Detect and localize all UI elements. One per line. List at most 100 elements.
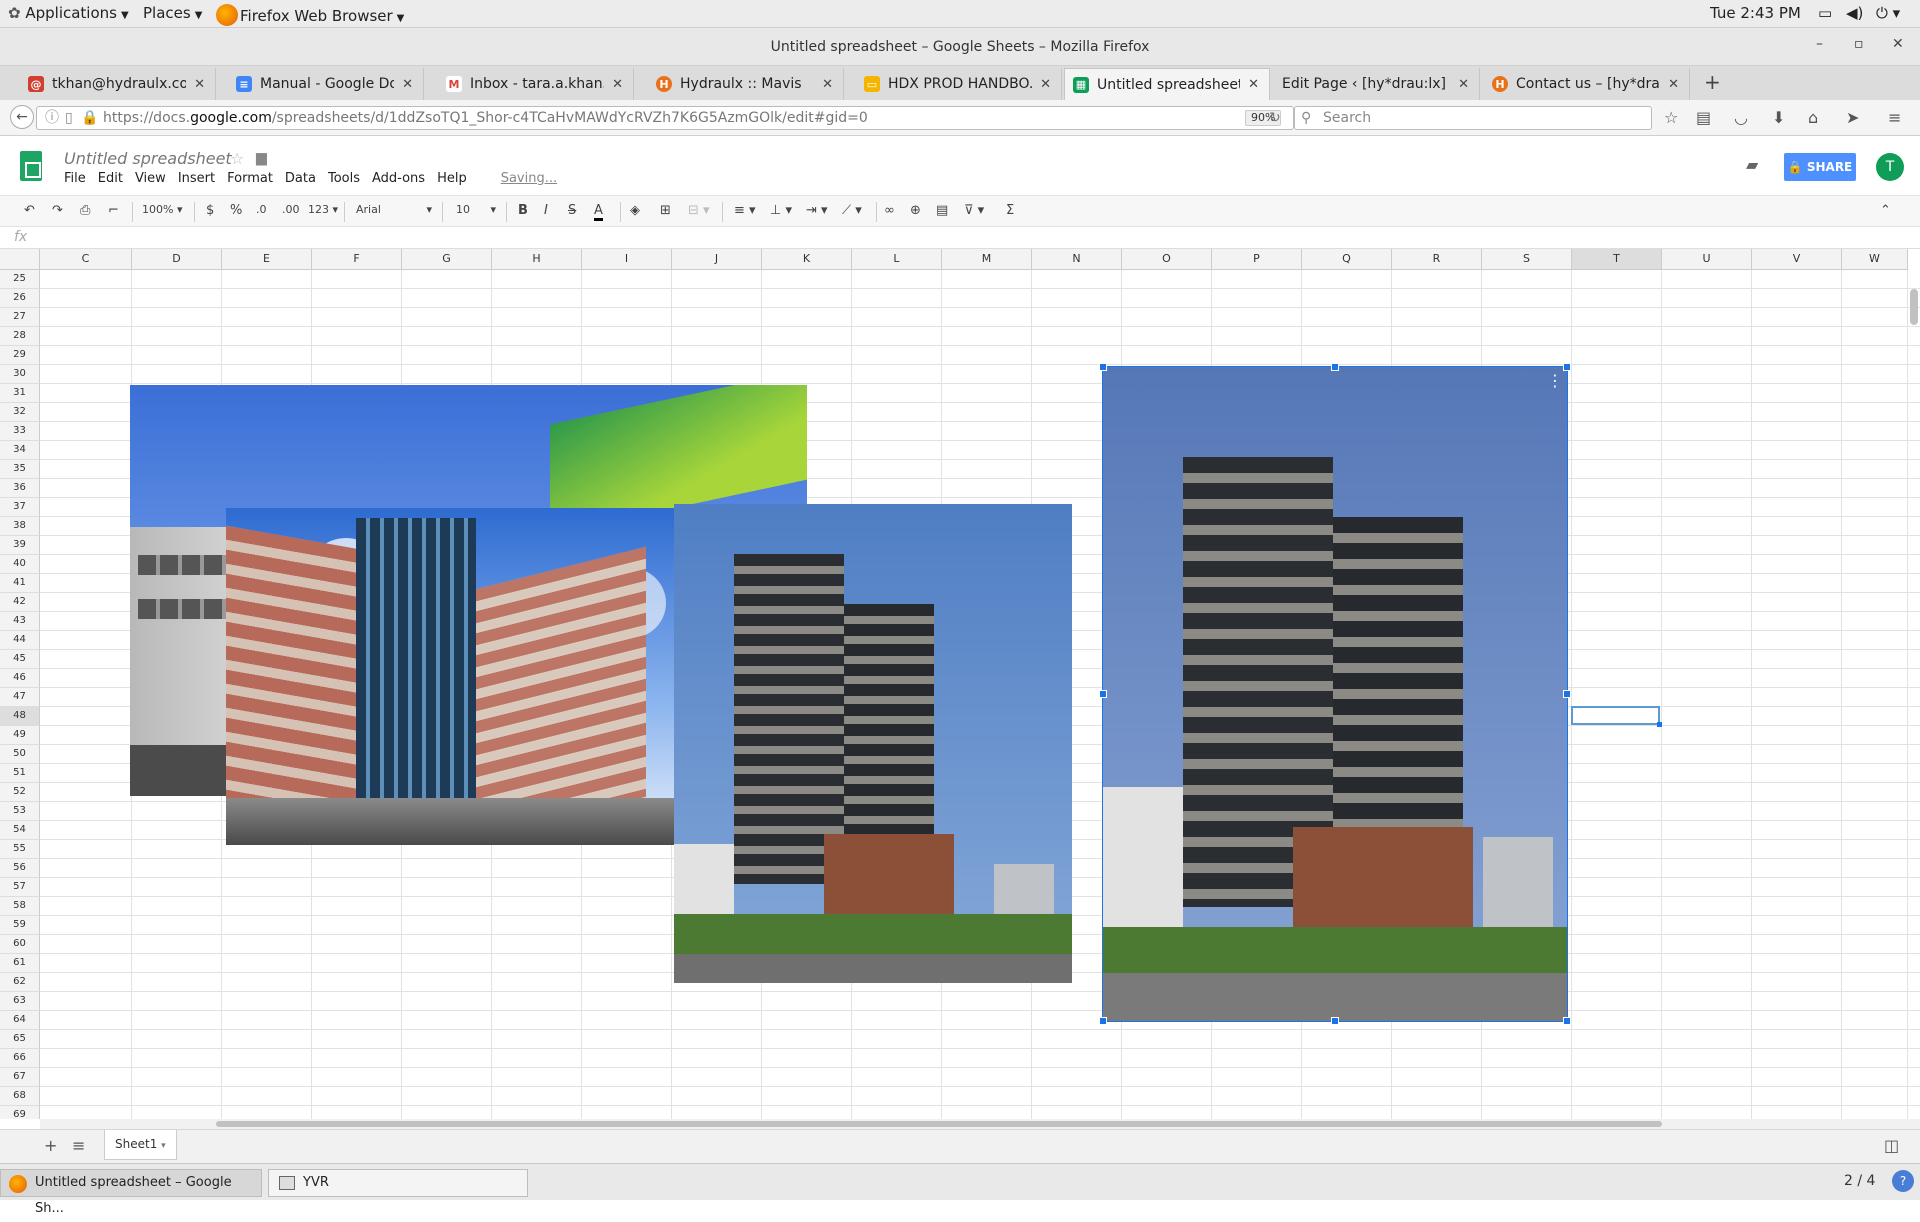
row-header[interactable]: 34 [0,441,40,460]
column-header-t[interactable]: T [1572,249,1662,270]
row-header[interactable]: 38 [0,517,40,536]
tab-manual-docs[interactable]: ≡Manual - Google Docs✕ [228,68,424,100]
resize-handle-ne[interactable] [1563,363,1571,371]
close-icon[interactable]: ✕ [194,77,205,92]
column-header-v[interactable]: V [1752,249,1842,270]
row-header[interactable]: 51 [0,764,40,783]
column-header-q[interactable]: Q [1302,249,1392,270]
row-header[interactable]: 42 [0,593,40,612]
close-icon[interactable]: ✕ [402,77,413,92]
close-icon[interactable]: ✕ [1892,36,1904,52]
lock-icon[interactable]: 🔒 [81,107,98,129]
column-header-g[interactable]: G [402,249,492,270]
font-select[interactable]: Arial ▾ [356,203,432,216]
tab-edit-page[interactable]: Edit Page ‹ [hy*drau:lx] ... ✕ [1274,68,1480,100]
tab-inbox[interactable]: MInbox - tara.a.khan3...✕ [438,68,634,100]
more-formats-select[interactable]: 123 ▾ [308,203,338,216]
column-header-p[interactable]: P [1212,249,1302,270]
filter-icon[interactable]: ⊽ ▾ [964,203,984,218]
row-header[interactable]: 63 [0,992,40,1011]
row-header[interactable]: 61 [0,954,40,973]
taskbar-firefox[interactable]: Untitled spreadsheet – Google Sh... [0,1169,262,1216]
resize-handle-se[interactable] [1563,1017,1571,1025]
pocket-icon[interactable]: ◡ [1734,108,1748,127]
row-header[interactable]: 29 [0,346,40,365]
saving-status[interactable]: Saving... [501,171,557,186]
tab-handbook[interactable]: ▭ HDX PROD HANDBO... ✕ [856,68,1062,100]
vertical-align-icon[interactable]: ⊥ ▾ [770,203,792,218]
new-tab-icon[interactable]: + [1704,70,1721,94]
row-header[interactable]: 35 [0,460,40,479]
avatar[interactable]: T [1876,153,1904,181]
close-icon[interactable]: ✕ [612,77,623,92]
image-glass-office-building[interactable] [226,508,676,845]
info-icon[interactable]: ⓘ [45,107,59,129]
row-header[interactable]: 25 [0,270,40,289]
workspace-indicator[interactable]: 2 / 4 [1844,1173,1875,1189]
percent-button[interactable]: % [230,203,242,218]
places-menu[interactable]: Places ▼ [143,4,202,22]
undo-icon[interactable]: ↶ [24,203,35,218]
increase-decimal-button[interactable]: .00 [282,203,300,216]
row-header[interactable]: 46 [0,669,40,688]
row-header[interactable]: 50 [0,745,40,764]
redo-icon[interactable]: ↷ [52,203,63,218]
row-header[interactable]: 43 [0,612,40,631]
row-header[interactable]: 58 [0,897,40,916]
column-header-r[interactable]: R [1392,249,1482,270]
row-header[interactable]: 52 [0,783,40,802]
menu-insert[interactable]: Insert [178,171,215,186]
row-header[interactable]: 68 [0,1087,40,1106]
insert-link-icon[interactable]: ∞ [884,203,895,218]
menu-view[interactable]: View [135,171,166,186]
tab-contact-us[interactable]: H Contact us – [hy*dra... ✕ [1484,68,1690,100]
row-header[interactable]: 64 [0,1011,40,1030]
document-title[interactable]: Untitled spreadsheet [64,149,232,168]
column-header-s[interactable]: S [1482,249,1572,270]
row-header[interactable]: 60 [0,935,40,954]
column-header-i[interactable]: I [582,249,672,270]
all-sheets-icon[interactable]: ≡ [72,1136,85,1155]
send-icon[interactable]: ➤ [1846,108,1859,127]
vertical-scrollbar[interactable] [1910,289,1918,325]
row-header[interactable]: 26 [0,289,40,308]
back-icon[interactable]: ← [10,105,34,129]
help-icon[interactable]: ? [1892,1170,1914,1192]
home-icon[interactable]: ⌂ [1808,108,1818,127]
row-header[interactable]: 36 [0,479,40,498]
row-header[interactable]: 53 [0,802,40,821]
image-menu-icon[interactable]: ⋮ [1547,371,1563,390]
row-header[interactable]: 30 [0,365,40,384]
resize-handle-s[interactable] [1331,1017,1339,1025]
resize-handle-nw[interactable] [1099,363,1107,371]
row-header[interactable]: 32 [0,403,40,422]
column-header-c[interactable]: C [40,249,132,270]
row-header[interactable]: 57 [0,878,40,897]
reload-icon[interactable]: ↻ [1269,107,1281,129]
download-icon[interactable]: ⬇ [1772,108,1785,127]
hamburger-menu-icon[interactable]: ≡ [1888,108,1901,127]
close-icon[interactable]: ✕ [1458,77,1469,92]
power-icon[interactable]: ⏻ ▾ [1876,4,1900,22]
row-header[interactable]: 55 [0,840,40,859]
column-header-u[interactable]: U [1662,249,1752,270]
minimize-icon[interactable]: – [1816,36,1823,52]
row-header[interactable]: 62 [0,973,40,992]
row-header[interactable]: 27 [0,308,40,327]
column-header-o[interactable]: O [1122,249,1212,270]
share-button[interactable]: 🔒 SHARE [1784,153,1856,181]
formula-bar[interactable]: fx [0,227,1920,249]
comments-icon[interactable]: ▰ [1746,155,1758,174]
close-icon[interactable]: ✕ [822,77,833,92]
star-icon[interactable]: ☆ [230,149,244,168]
row-header[interactable]: 66 [0,1049,40,1068]
row-header[interactable]: 44 [0,631,40,650]
row-header[interactable]: 37 [0,498,40,517]
decrease-decimal-button[interactable]: .0 [256,203,267,216]
row-header[interactable]: 28 [0,327,40,346]
resize-handle-n[interactable] [1331,363,1339,371]
text-color-icon[interactable]: A [594,203,603,221]
row-header[interactable]: 54 [0,821,40,840]
tab-mavis[interactable]: H Hydraulx :: Mavis ✕ [648,68,844,100]
menu-file[interactable]: File [64,171,86,186]
